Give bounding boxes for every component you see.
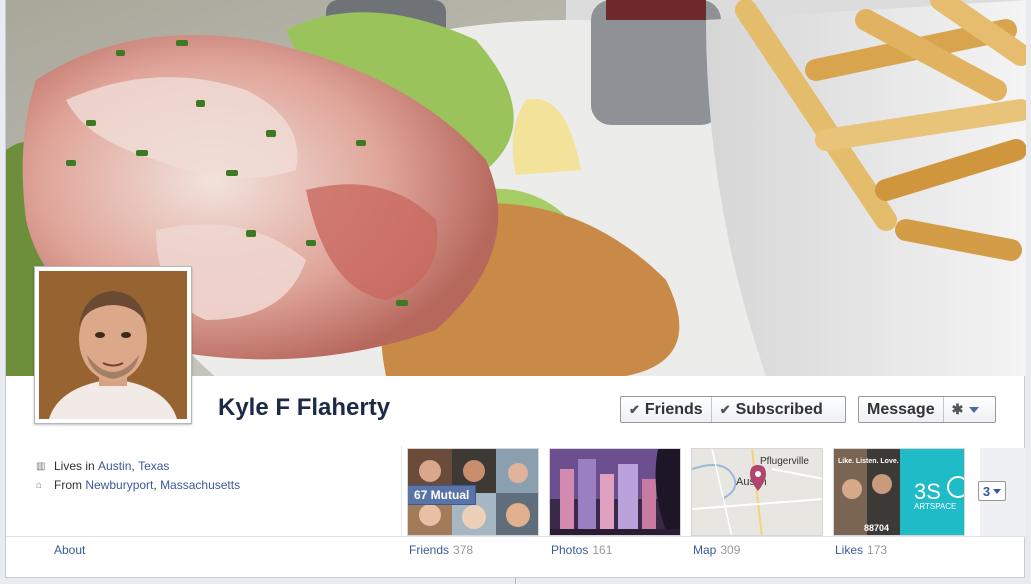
lives-city-link[interactable]: Austin (98, 459, 131, 473)
friends-thumbnail[interactable]: 67 Mutual (407, 448, 539, 536)
message-button-label: Message (867, 400, 935, 418)
map-town-label: Pflugerville (760, 456, 809, 467)
from-line: ⌂ From Newburyport, Massachusetts (36, 475, 240, 494)
more-sections-button[interactable]: 3 (978, 481, 1006, 501)
city-icon: ▥ (36, 460, 46, 472)
tab-about-label: About (54, 543, 86, 557)
chevron-down-icon (993, 488, 1002, 494)
likes-art-subtitle: ARTSPACE (914, 502, 956, 511)
timeline-spine (515, 578, 516, 584)
tab-map[interactable]: Map 309 (693, 543, 740, 557)
likes-side-text: Like. Listen. Love. (838, 458, 899, 465)
gear-icon: ✱ (951, 401, 964, 417)
from-separator: , (153, 477, 157, 492)
info-divider (401, 446, 402, 536)
likes-art-title: 3S (914, 479, 941, 504)
chevron-down-icon (969, 406, 980, 413)
settings-dropdown-button[interactable]: ✱ (942, 397, 988, 422)
tab-about[interactable]: About (54, 543, 85, 557)
mutual-friends-badge: 67 Mutual (408, 485, 477, 505)
home-icon: ⌂ (36, 479, 43, 491)
timeline-frame: Kyle F Flaherty ✔ Friends ✔ Subscribed M… (5, 0, 1026, 579)
tab-friends[interactable]: Friends 378 (409, 543, 473, 557)
likes-side-number: 88704 (864, 523, 889, 533)
from-label: From (54, 477, 82, 492)
lives-in-label: Lives in (54, 458, 95, 473)
profile-section-nav: About Friends 378 Photos 161 Map 309 Likes 1… (6, 536, 1026, 579)
lives-in-line: ▥ Lives in Austin, Texas (36, 456, 240, 475)
from-city-link[interactable]: Newburyport (85, 478, 153, 492)
lives-separator: , (131, 458, 135, 473)
tab-photos-label: Photos (551, 543, 589, 557)
relationship-buttons: ✔ Friends ✔ Subscribed (620, 396, 846, 423)
profile-name[interactable]: Kyle F Flaherty (218, 394, 390, 422)
profile-details: ▥ Lives in Austin, Texas ⌂ From Newburyp… (36, 456, 240, 494)
tab-friends-label: Friends (409, 543, 450, 557)
message-button[interactable]: Message (859, 397, 943, 422)
profile-picture[interactable] (34, 266, 192, 424)
tab-photos-count: 161 (592, 543, 613, 557)
tab-likes-label: Likes (835, 543, 864, 557)
friends-button-label: Friends (644, 400, 703, 418)
check-icon: ✔ (719, 401, 731, 417)
message-buttons: Message ✱ (858, 396, 996, 423)
check-icon: ✔ (629, 401, 640, 417)
tab-likes-count: 173 (867, 543, 888, 557)
friends-button[interactable]: ✔ Friends (621, 397, 711, 422)
photos-thumbnail[interactable] (549, 448, 681, 536)
tab-photos[interactable]: Photos 161 (551, 543, 612, 557)
map-thumbnail[interactable]: Pflugerville Austin (691, 448, 823, 536)
tab-likes[interactable]: Likes 173 (835, 543, 887, 557)
subscribed-button-label: Subscribed (735, 400, 823, 418)
tab-map-count: 309 (720, 543, 741, 557)
from-state-link[interactable]: Massachusetts (160, 478, 240, 492)
likes-thumbnail[interactable]: Like. Listen. Love. 88704 3S ARTSPACE (833, 448, 965, 536)
tab-friends-count: 378 (453, 543, 474, 557)
tab-map-label: Map (693, 543, 717, 557)
more-sections-count: 3 (982, 483, 991, 499)
lives-state-link[interactable]: Texas (138, 459, 169, 473)
subscribed-button[interactable]: ✔ Subscribed (710, 397, 831, 422)
